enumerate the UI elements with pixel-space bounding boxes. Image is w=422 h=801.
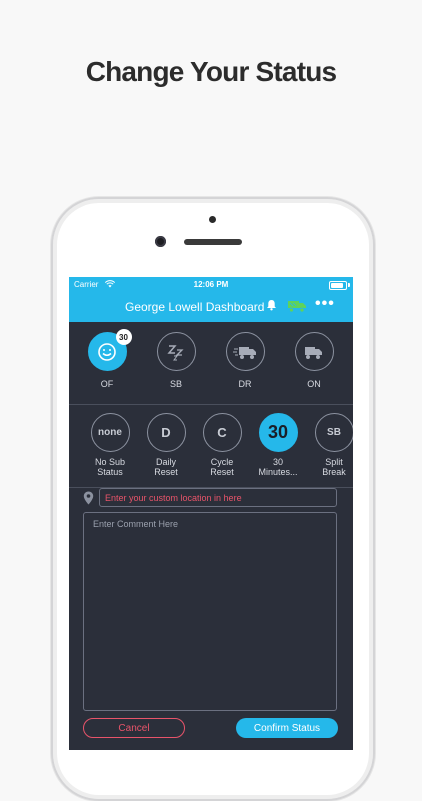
sub-label: Split Break bbox=[309, 457, 353, 477]
cancel-button[interactable]: Cancel bbox=[83, 718, 185, 738]
duty-status-row: 30 OF SB DR ON bbox=[69, 322, 353, 405]
status-off-duty[interactable]: 30 OF bbox=[77, 329, 137, 389]
more-options-icon[interactable]: ••• bbox=[315, 295, 335, 313]
status-label: ON bbox=[307, 379, 321, 389]
bell-icon[interactable] bbox=[266, 299, 277, 314]
truck-status-icon[interactable] bbox=[287, 299, 307, 313]
sub-label-line1: Cycle bbox=[210, 457, 234, 467]
sub-status-cycle-reset[interactable]: C Cycle Reset bbox=[197, 413, 247, 477]
app-screen: Carrier 12:06 PM George Lowell Dashboard… bbox=[69, 277, 353, 750]
sub-status-split-break[interactable]: SB Split Break bbox=[309, 413, 353, 477]
sub-label-line2: Break bbox=[322, 467, 346, 477]
status-label: OF bbox=[100, 379, 114, 389]
sub-label-line1: 30 bbox=[272, 457, 283, 467]
split-break-icon[interactable]: SB bbox=[314, 413, 353, 452]
driving-truck-icon[interactable] bbox=[225, 332, 265, 371]
smiley-icon[interactable]: 30 bbox=[87, 329, 132, 371]
dashboard-title: George Lowell Dashboard bbox=[125, 300, 265, 314]
sleep-zzz-icon[interactable] bbox=[156, 332, 196, 371]
battery-tip bbox=[348, 283, 350, 287]
status-driving[interactable]: DR bbox=[215, 332, 275, 389]
truck-icon[interactable] bbox=[294, 332, 334, 371]
confirm-status-button[interactable]: Confirm Status bbox=[236, 718, 338, 738]
sub-status-row: none No Sub Status D Daily Reset C Cycle Re… bbox=[69, 405, 353, 488]
page-headline: Change Your Status bbox=[85, 56, 337, 87]
none-circle[interactable]: none bbox=[90, 413, 130, 452]
sub-status-none[interactable]: none No Sub Status bbox=[85, 413, 135, 477]
location-pin-icon bbox=[83, 491, 94, 510]
status-on-duty[interactable]: ON bbox=[284, 332, 344, 389]
sub-label: No Sub Status bbox=[85, 457, 135, 477]
comment-textarea[interactable] bbox=[83, 512, 337, 711]
sub-label-line1: Daily bbox=[155, 457, 176, 467]
proximity-sensor bbox=[209, 216, 216, 223]
sub-label-line1: Split bbox=[325, 457, 343, 467]
cycle-reset-icon[interactable]: C bbox=[202, 413, 242, 452]
status-bar: Carrier 12:06 PM bbox=[69, 280, 353, 292]
sub-label-line2: Status bbox=[97, 467, 123, 477]
cycle-reset-letter: C bbox=[217, 425, 227, 440]
app-header: Carrier 12:06 PM George Lowell Dashboard… bbox=[69, 277, 353, 322]
sub-status-daily-reset[interactable]: D Daily Reset bbox=[141, 413, 191, 477]
sub-label-line2: Reset bbox=[154, 467, 178, 477]
custom-location-input[interactable] bbox=[99, 488, 337, 507]
sub-label-line1: No Sub bbox=[94, 457, 126, 467]
daily-reset-letter: D bbox=[161, 425, 171, 440]
sub-label: 30 Minutes... bbox=[253, 457, 303, 477]
sub-label-line2: Minutes... bbox=[258, 467, 298, 477]
status-sleeper-berth[interactable]: SB bbox=[146, 332, 206, 389]
earpiece-speaker bbox=[184, 239, 242, 245]
status-label: SB bbox=[169, 379, 182, 389]
sub-label-line2: Reset bbox=[210, 467, 234, 477]
daily-reset-icon[interactable]: D bbox=[146, 413, 186, 452]
clock: 12:06 PM bbox=[193, 280, 229, 289]
front-camera bbox=[155, 236, 166, 247]
status-label: DR bbox=[238, 379, 252, 389]
sub-label: Cycle Reset bbox=[197, 457, 247, 477]
sub-status-30-minutes[interactable]: 30 30 Minutes... bbox=[253, 413, 303, 477]
battery-icon bbox=[329, 281, 347, 290]
timer-badge: 30 bbox=[115, 329, 132, 345]
sub-label: Daily Reset bbox=[141, 457, 191, 477]
thirty-minutes-circle[interactable]: 30 bbox=[258, 413, 298, 452]
